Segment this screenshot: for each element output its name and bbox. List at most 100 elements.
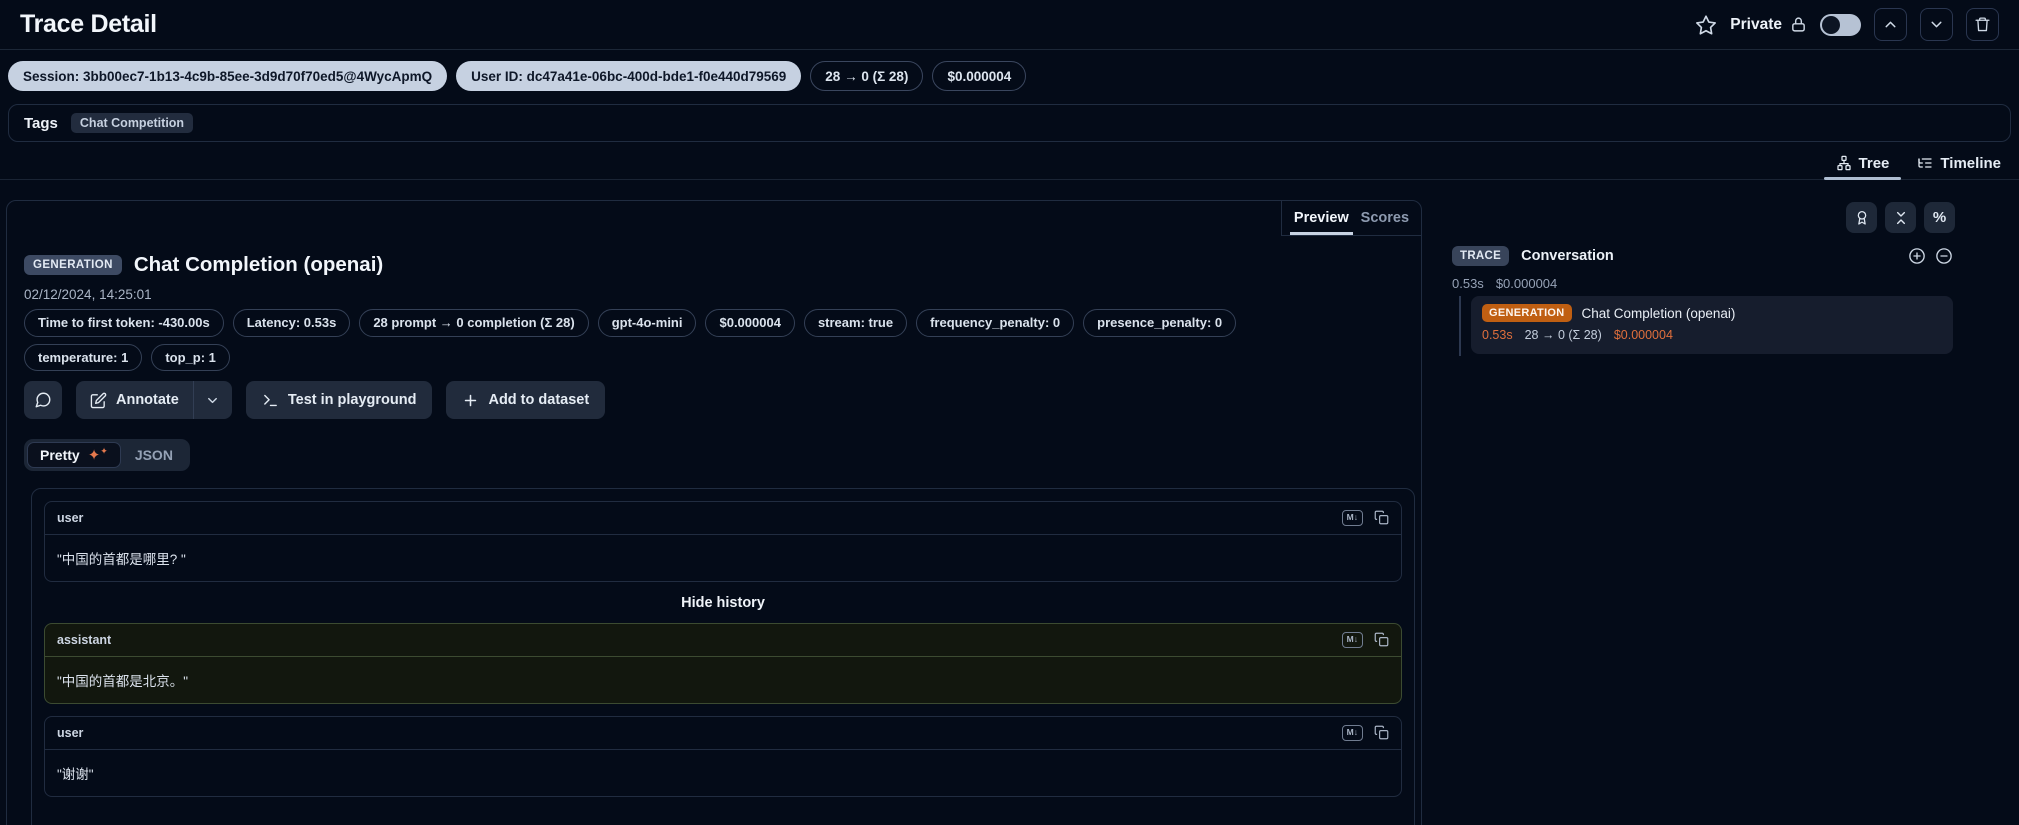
message-tools: M↓ bbox=[1342, 510, 1389, 525]
observation-timestamp: 02/12/2024, 14:25:01 bbox=[24, 287, 152, 302]
trace-title: Conversation bbox=[1521, 248, 1614, 264]
io-preview: user M↓ "中国的首都是哪里? " Hide history assist… bbox=[31, 488, 1415, 825]
message-tools: M↓ bbox=[1342, 632, 1389, 647]
comment-icon bbox=[34, 391, 52, 409]
pill-stream: stream: true bbox=[804, 309, 907, 337]
annotate-button[interactable]: Annotate bbox=[76, 381, 193, 419]
message-header: user M↓ bbox=[45, 717, 1401, 750]
header-actions: Private bbox=[1695, 8, 1999, 41]
metrics-toggle-button[interactable]: % bbox=[1924, 202, 1955, 233]
tab-timeline-label: Timeline bbox=[1940, 155, 2001, 172]
tab-pretty[interactable]: Pretty ✦✦ bbox=[27, 442, 121, 468]
percent-icon: % bbox=[1933, 209, 1946, 226]
next-trace-button[interactable] bbox=[1920, 8, 1953, 41]
trace-id-badges: Session: 3bb00ec7-1b13-4c9b-85ee-3d9d70f… bbox=[8, 61, 1026, 91]
fold-vertical-icon bbox=[1893, 210, 1909, 226]
node-type-badge: GENERATION bbox=[1482, 304, 1572, 322]
plus-icon bbox=[462, 392, 479, 409]
annotate-split-button: Annotate bbox=[76, 381, 232, 419]
copy-button[interactable] bbox=[1374, 725, 1389, 740]
token-usage-badge: 28 → 0 (Σ 28) bbox=[810, 61, 923, 91]
user-id-badge[interactable]: User ID: dc47a41e-06bc-400d-bde1-f0e440d… bbox=[456, 61, 801, 91]
plus-circle-icon bbox=[1908, 247, 1926, 265]
message-content: "中国的首都是北京。" bbox=[45, 657, 1401, 703]
pill-latency: Latency: 0.53s bbox=[233, 309, 351, 337]
privacy-toggle[interactable] bbox=[1820, 14, 1861, 36]
message-role: user bbox=[57, 726, 83, 740]
copy-icon bbox=[1374, 632, 1389, 647]
observation-metadata-pills: Time to first token: -430.00s Latency: 0… bbox=[24, 309, 1264, 371]
tree-icon bbox=[1836, 155, 1852, 171]
timeline-icon bbox=[1917, 155, 1933, 171]
message-content: "中国的首都是哪里? " bbox=[45, 535, 1401, 581]
markdown-toggle-icon[interactable]: M↓ bbox=[1342, 510, 1363, 525]
hide-history-button[interactable]: Hide history bbox=[44, 582, 1402, 623]
minus-circle-icon bbox=[1935, 247, 1953, 265]
collapse-tree-button[interactable] bbox=[1935, 247, 1953, 265]
message-header: assistant M↓ bbox=[45, 624, 1401, 657]
copy-icon bbox=[1374, 510, 1389, 525]
add-to-dataset-button[interactable]: Add to dataset bbox=[446, 381, 605, 419]
tag-chip[interactable]: Chat Competition bbox=[71, 113, 193, 133]
page-title: Trace Detail bbox=[20, 10, 157, 39]
copy-button[interactable] bbox=[1374, 632, 1389, 647]
comment-button[interactable] bbox=[24, 381, 62, 419]
tree-indent-line bbox=[1459, 296, 1461, 356]
spacer bbox=[44, 704, 1402, 716]
tree-node-generation[interactable]: GENERATION Chat Completion (openai) 0.53… bbox=[1471, 296, 1953, 354]
tags-row: Tags Chat Competition bbox=[8, 104, 2011, 142]
tree-expand-controls bbox=[1908, 247, 1953, 265]
tags-label: Tags bbox=[24, 115, 58, 132]
trace-detail-screen: Trace Detail Private Sessi bbox=[0, 0, 2019, 825]
scores-toggle-button[interactable] bbox=[1846, 202, 1877, 233]
message-header: user M↓ bbox=[45, 502, 1401, 535]
message-content: "谢谢" bbox=[45, 750, 1401, 796]
message-block-assistant: assistant M↓ "中国的首都是北京。" bbox=[44, 623, 1402, 704]
pill-model[interactable]: gpt-4o-mini bbox=[598, 309, 697, 337]
annotate-label: Annotate bbox=[116, 392, 179, 408]
pill-top-p: top_p: 1 bbox=[151, 344, 230, 372]
tab-scores[interactable]: Scores bbox=[1361, 201, 1409, 235]
pill-token-usage: 28 prompt → 0 completion (Σ 28) bbox=[359, 309, 588, 337]
pen-square-icon bbox=[90, 392, 107, 409]
star-icon[interactable] bbox=[1695, 14, 1717, 36]
tab-json[interactable]: JSON bbox=[121, 443, 187, 467]
node-tokens: 28 → 0 (Σ 28) bbox=[1525, 328, 1602, 342]
delete-trace-button[interactable] bbox=[1966, 8, 1999, 41]
view-tabs: Tree Timeline bbox=[0, 147, 2019, 180]
expand-all-button[interactable] bbox=[1908, 247, 1926, 265]
panel-tabs: Preview Scores bbox=[1281, 201, 1421, 236]
annotate-dropdown-button[interactable] bbox=[194, 381, 232, 419]
tab-timeline[interactable]: Timeline bbox=[1917, 147, 2001, 179]
cost-badge: $0.000004 bbox=[932, 61, 1026, 91]
header: Trace Detail Private bbox=[0, 0, 2019, 50]
node-stats: 0.53s 28 → 0 (Σ 28) $0.000004 bbox=[1482, 328, 1942, 342]
observation-actions: Annotate Test in playground Add to datas… bbox=[24, 381, 605, 419]
trace-latency: 0.53s bbox=[1452, 276, 1484, 291]
chevron-down-icon bbox=[1928, 16, 1945, 33]
privacy-label: Private bbox=[1730, 16, 1782, 34]
trace-root-row[interactable]: TRACE Conversation bbox=[1452, 246, 1953, 266]
chevron-up-icon bbox=[1882, 16, 1899, 33]
copy-button[interactable] bbox=[1374, 510, 1389, 525]
terminal-icon bbox=[262, 392, 279, 409]
node-cost: $0.000004 bbox=[1614, 328, 1673, 342]
observation-title: Chat Completion (openai) bbox=[134, 253, 383, 277]
previous-trace-button[interactable] bbox=[1874, 8, 1907, 41]
dataset-label: Add to dataset bbox=[488, 392, 589, 408]
node-title: Chat Completion (openai) bbox=[1582, 306, 1736, 321]
pill-temperature: temperature: 1 bbox=[24, 344, 142, 372]
tab-tree[interactable]: Tree bbox=[1836, 147, 1890, 179]
markdown-toggle-icon[interactable]: M↓ bbox=[1342, 725, 1363, 740]
privacy-label-group: Private bbox=[1730, 16, 1807, 34]
pill-time-to-first-token: Time to first token: -430.00s bbox=[24, 309, 224, 337]
session-badge[interactable]: Session: 3bb00ec7-1b13-4c9b-85ee-3d9d70f… bbox=[8, 61, 447, 91]
message-role: assistant bbox=[57, 633, 111, 647]
markdown-toggle-icon[interactable]: M↓ bbox=[1342, 632, 1363, 647]
tab-preview[interactable]: Preview bbox=[1294, 201, 1349, 235]
collapse-all-button[interactable] bbox=[1885, 202, 1916, 233]
trash-icon bbox=[1974, 16, 1991, 33]
observation-panel: Preview Scores GENERATION Chat Completio… bbox=[6, 200, 1422, 825]
test-in-playground-button[interactable]: Test in playground bbox=[246, 381, 433, 419]
tree-toolbar: % bbox=[1846, 202, 1955, 233]
